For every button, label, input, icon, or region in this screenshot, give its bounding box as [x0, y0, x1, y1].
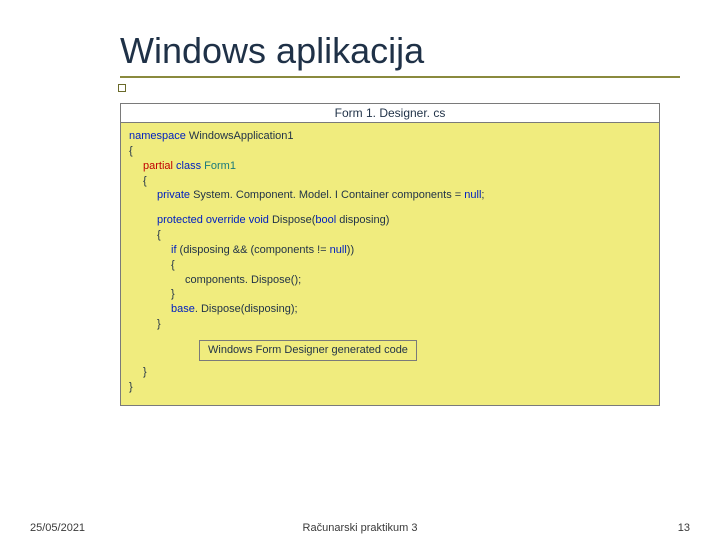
code-box: namespace WindowsApplication1 { partial … — [120, 123, 660, 406]
code-line: { — [129, 144, 651, 159]
kw-class: class — [173, 160, 204, 172]
kw-bool: bool — [315, 214, 336, 226]
base-call: . Dispose(disposing); — [195, 303, 298, 315]
title-underline — [120, 76, 680, 78]
code-line: { — [129, 174, 651, 189]
code-line: { — [129, 258, 651, 273]
dispose-sig-b: disposing) — [336, 214, 389, 226]
code-line: } — [129, 317, 651, 332]
left-accent — [0, 0, 3, 540]
spacer — [129, 203, 651, 213]
page-title: Windows aplikacija — [120, 30, 660, 72]
kw-private: private — [157, 189, 190, 201]
code-line: private System. Component. Model. I Cont… — [129, 188, 651, 203]
kw-null: null — [464, 189, 481, 201]
kw-void: void — [249, 214, 269, 226]
comp-name: components = — [392, 189, 464, 201]
kw-protected: protected — [157, 214, 203, 226]
ns-name: WindowsApplication1 — [186, 130, 294, 142]
kw-namespace: namespace — [129, 130, 186, 142]
designer-region-box: Windows Form Designer generated code — [199, 340, 417, 361]
code-line: namespace WindowsApplication1 — [129, 129, 651, 144]
file-header: Form 1. Designer. cs — [120, 103, 660, 123]
code-line: components. Dispose(); — [129, 273, 651, 288]
code-line: if (disposing && (components != null)) — [129, 243, 651, 258]
kw-base: base — [171, 303, 195, 315]
slide: Windows aplikacija Form 1. Designer. cs … — [0, 0, 720, 540]
code-line: } — [129, 365, 651, 380]
if-cond: (disposing && (components != — [177, 244, 330, 256]
title-underline-square — [118, 84, 126, 92]
code-line: { — [129, 228, 651, 243]
dispose-sig-a: Dispose( — [269, 214, 315, 226]
semicolon: ; — [481, 189, 484, 201]
footer-center: Računarski praktikum 3 — [0, 522, 720, 534]
kw-override: override — [203, 214, 249, 226]
code-line: } — [129, 380, 651, 395]
kw-null: null — [330, 244, 347, 256]
class-name: Form1 — [204, 160, 236, 172]
if-cond-end: )) — [347, 244, 354, 256]
code-line: } — [129, 287, 651, 302]
comp-type: System. Component. Model. I Container — [190, 189, 392, 201]
kw-partial: partial — [143, 160, 173, 172]
code-line: protected override void Dispose(bool dis… — [129, 213, 651, 228]
code-line: base. Dispose(disposing); — [129, 302, 651, 317]
footer-page: 13 — [678, 522, 690, 534]
code-line: partial class Form1 — [129, 159, 651, 174]
